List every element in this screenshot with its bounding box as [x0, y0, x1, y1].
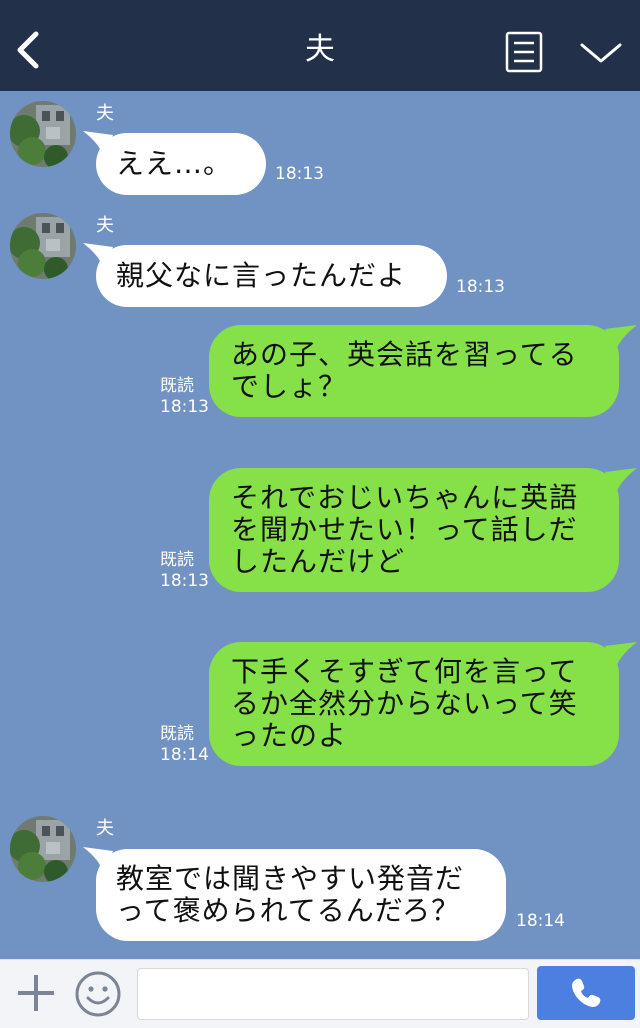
message-time: 18:13 [160, 397, 209, 417]
message-composer [0, 959, 640, 1028]
message-line: でしょ？ [231, 370, 348, 403]
message-time: 18:14 [160, 745, 209, 765]
message-input[interactable] [137, 968, 529, 1020]
message-time: 18:14 [516, 911, 565, 931]
message-time: 18:13 [275, 164, 324, 184]
bubble-tail [605, 325, 637, 353]
sender-name: 夫 [96, 215, 114, 236]
chevron-down-icon [580, 43, 622, 63]
avatar-photo-icon [10, 816, 76, 882]
outgoing-message-bubble[interactable]: あの子、英会話を習ってる でしょ？ [209, 325, 619, 417]
message-line: ったのよ [231, 719, 348, 752]
outgoing-message-bubble[interactable]: 下手くそすぎて何を言って るか全然分からないって笑 ったのよ [209, 642, 619, 766]
message-line: るか全然分からないって笑 [231, 687, 578, 720]
emoji-button[interactable] [74, 970, 122, 1018]
avatar-photo-icon [10, 101, 76, 167]
read-receipt: 既読 [160, 724, 194, 744]
sender-name: 夫 [96, 103, 114, 124]
message-line: 親父なに言ったんだよ [116, 259, 407, 292]
chat-title: 夫 [305, 32, 335, 67]
message-time: 18:13 [456, 277, 505, 297]
read-receipt: 既読 [160, 550, 194, 570]
chat-header: 夫 [0, 0, 640, 91]
message-line: あの子、英会話を習ってる [231, 338, 578, 371]
message-line: 下手くそすぎて何を言って [231, 655, 578, 688]
message-line: それでおじいちゃんに英語 [231, 481, 579, 514]
message-list[interactable]: 夫 ええ…。 18:13 夫 親父なに言ったんだよ 18:13 既読 18:13… [0, 91, 640, 959]
incoming-message-bubble[interactable]: 教室では聞きやすい発音だ って褒められてるんだろ？ [96, 849, 506, 941]
message-time: 18:13 [160, 571, 209, 591]
avatar[interactable] [10, 816, 76, 882]
plus-icon [18, 975, 54, 1011]
incoming-message-bubble[interactable]: ええ…。 [96, 133, 266, 195]
sender-name: 夫 [96, 818, 114, 839]
avatar-photo-icon [10, 213, 76, 279]
collapse-button[interactable] [578, 36, 624, 70]
add-button[interactable] [14, 971, 58, 1015]
outgoing-message-bubble[interactable]: それでおじいちゃんに英語 を聞かせたい！って話しだ したんだけど [209, 468, 619, 592]
incoming-message-bubble[interactable]: 親父なに言ったんだよ [96, 245, 447, 307]
message-line: 教室では聞きやすい発音だ [116, 862, 465, 895]
bubble-tail [605, 468, 637, 496]
note-menu-button[interactable] [505, 31, 543, 73]
message-line: って褒められてるんだろ？ [116, 894, 461, 927]
bubble-tail [605, 642, 637, 670]
smiley-icon [75, 971, 121, 1017]
message-line: ええ…。 [116, 147, 233, 180]
avatar[interactable] [10, 101, 76, 167]
message-line: を聞かせたい！って話しだ [231, 513, 578, 546]
phone-icon [572, 978, 601, 1007]
read-receipt: 既読 [160, 376, 194, 396]
message-line: したんだけど [231, 545, 406, 578]
avatar[interactable] [10, 213, 76, 279]
note-list-icon [505, 31, 543, 73]
call-button[interactable] [537, 966, 635, 1020]
